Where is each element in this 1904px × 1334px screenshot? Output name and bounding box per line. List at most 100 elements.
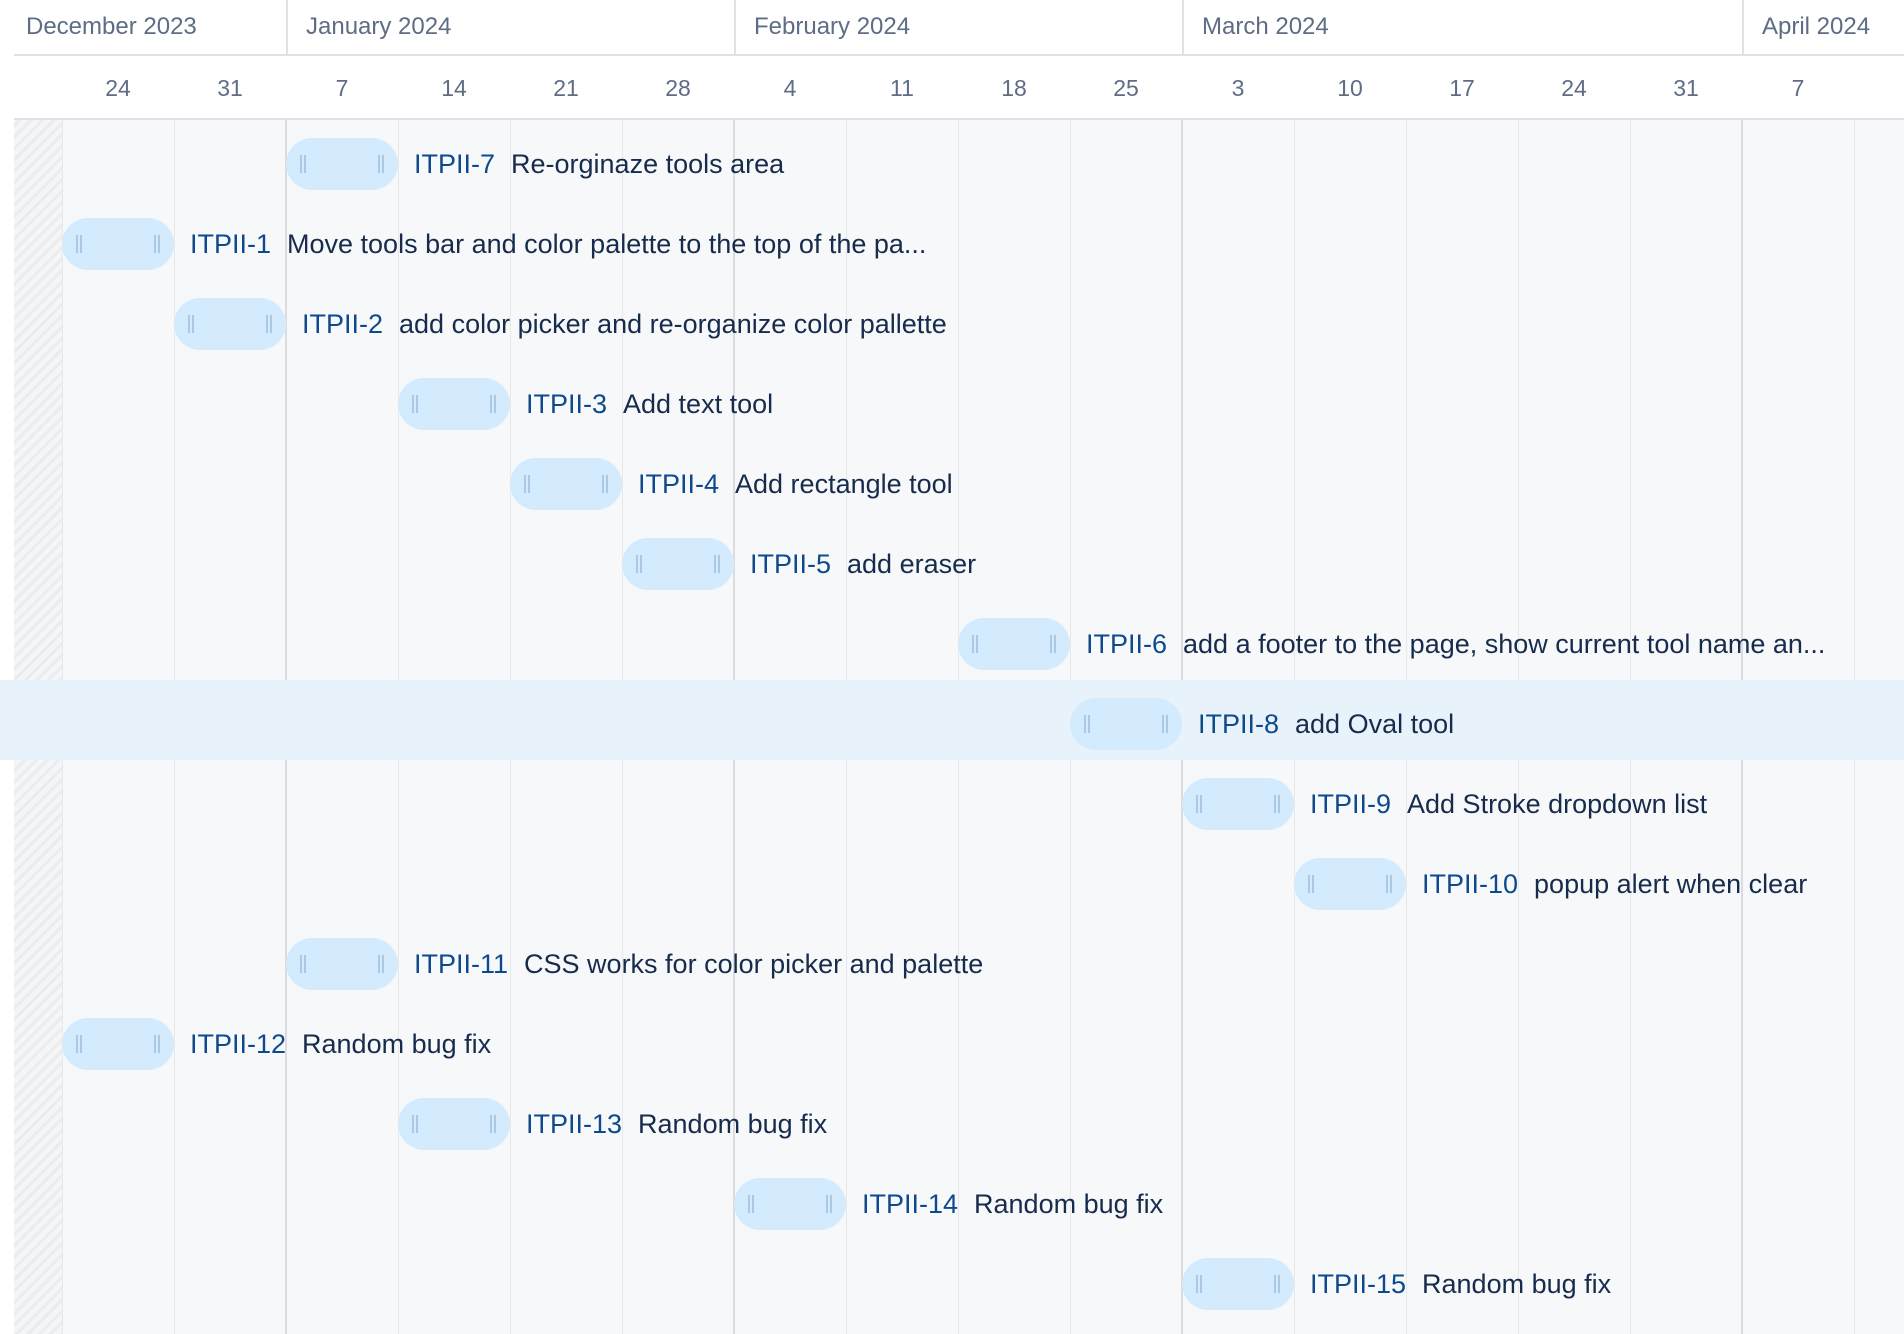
resize-handle-end-icon[interactable] (154, 1035, 160, 1053)
issue-key-link[interactable]: ITPII-7 (414, 149, 495, 179)
issue-bar[interactable] (510, 458, 622, 510)
issue-bar[interactable] (958, 618, 1070, 670)
week-label: 25 (1113, 75, 1139, 101)
month-header-row: December 2023 January 2024 February 2024 Ma… (14, 0, 1904, 56)
issue-bar[interactable] (1294, 858, 1406, 910)
issue-key-link[interactable]: ITPII-1 (190, 229, 271, 259)
issue-bar[interactable] (62, 1018, 174, 1070)
issue-label: ITPII-12 Random bug fix (190, 1018, 491, 1070)
resize-handle-end-icon[interactable] (154, 235, 160, 253)
issue-bar[interactable] (174, 298, 286, 350)
issue-label: ITPII-4 Add rectangle tool (638, 458, 953, 510)
issue-bar[interactable] (1070, 698, 1182, 750)
timeline-header: December 2023 January 2024 February 2024 Ma… (14, 0, 1904, 120)
resize-handle-start-icon[interactable] (300, 155, 306, 173)
resize-handle-start-icon[interactable] (748, 1195, 754, 1213)
resize-handle-end-icon[interactable] (1274, 795, 1280, 813)
issue-key-link[interactable]: ITPII-11 (414, 949, 508, 979)
resize-handle-start-icon[interactable] (636, 555, 642, 573)
issue-summary: add Oval tool (1295, 709, 1455, 739)
week-label: 28 (665, 75, 691, 101)
resize-handle-start-icon[interactable] (412, 1115, 418, 1133)
issue-key-link[interactable]: ITPII-10 (1422, 869, 1518, 899)
timeline-view: December 2023 January 2024 February 2024 Ma… (0, 0, 1904, 1334)
resize-handle-start-icon[interactable] (1308, 875, 1314, 893)
resize-handle-end-icon[interactable] (378, 955, 384, 973)
week-label: 31 (1673, 75, 1699, 101)
resize-handle-end-icon[interactable] (1274, 1275, 1280, 1293)
issue-key-link[interactable]: ITPII-13 (526, 1109, 622, 1139)
issue-summary: Add Stroke dropdown list (1407, 789, 1708, 819)
resize-handle-end-icon[interactable] (1050, 635, 1056, 653)
resize-handle-end-icon[interactable] (378, 155, 384, 173)
week-label: 21 (553, 75, 579, 101)
resize-handle-end-icon[interactable] (714, 555, 720, 573)
issue-key-link[interactable]: ITPII-8 (1198, 709, 1279, 739)
issue-label: ITPII-6 add a footer to the page, show cu… (1086, 618, 1825, 670)
issue-bar[interactable] (286, 938, 398, 990)
resize-handle-start-icon[interactable] (524, 475, 530, 493)
issue-label: ITPII-9 Add Stroke dropdown list (1310, 778, 1707, 830)
resize-handle-end-icon[interactable] (490, 395, 496, 413)
issue-bar[interactable] (398, 378, 510, 430)
issue-bar[interactable] (1182, 1258, 1294, 1310)
resize-handle-start-icon[interactable] (412, 395, 418, 413)
selected-row-highlight (0, 680, 1904, 760)
issue-key-link[interactable]: ITPII-15 (1310, 1269, 1406, 1299)
issue-summary: Random bug fix (974, 1189, 1164, 1219)
resize-handle-start-icon[interactable] (300, 955, 306, 973)
issue-bar[interactable] (1182, 778, 1294, 830)
resize-handle-end-icon[interactable] (602, 475, 608, 493)
week-label: 24 (1561, 75, 1587, 101)
resize-handle-end-icon[interactable] (1162, 715, 1168, 733)
issue-label: ITPII-5 add eraser (750, 538, 976, 590)
resize-handle-start-icon[interactable] (1084, 715, 1090, 733)
week-label: 7 (335, 75, 349, 101)
issue-key-link[interactable]: ITPII-4 (638, 469, 719, 499)
issue-summary: Re-orginaze tools area (511, 149, 785, 179)
issue-summary: add color picker and re-organize color p… (399, 309, 947, 339)
resize-handle-start-icon[interactable] (1196, 795, 1202, 813)
month-label: January 2024 (286, 0, 734, 56)
issue-key-link[interactable]: ITPII-3 (526, 389, 607, 419)
resize-handle-start-icon[interactable] (76, 235, 82, 253)
month-label: February 2024 (734, 0, 1182, 56)
issue-bar[interactable] (286, 138, 398, 190)
month-label: April 2024 (1742, 0, 1904, 56)
issue-label: ITPII-14 Random bug fix (862, 1178, 1163, 1230)
month-label: March 2024 (1182, 0, 1742, 56)
issue-label: ITPII-10 popup alert when clear (1422, 858, 1807, 910)
issue-key-link[interactable]: ITPII-9 (1310, 789, 1391, 819)
resize-handle-end-icon[interactable] (1386, 875, 1392, 893)
issue-label: ITPII-15 Random bug fix (1310, 1258, 1611, 1310)
issue-key-link[interactable]: ITPII-2 (302, 309, 383, 339)
issue-key-link[interactable]: ITPII-14 (862, 1189, 958, 1219)
resize-handle-end-icon[interactable] (266, 315, 272, 333)
week-label: 1 (1854, 56, 1904, 120)
issue-summary: add a footer to the page, show current t… (1183, 629, 1826, 659)
issue-key-link[interactable]: ITPII-6 (1086, 629, 1167, 659)
week-label: 24 (105, 75, 131, 101)
issue-label: ITPII-13 Random bug fix (526, 1098, 827, 1150)
resize-handle-start-icon[interactable] (1196, 1275, 1202, 1293)
issue-key-link[interactable]: ITPII-5 (750, 549, 831, 579)
issue-summary: Add text tool (623, 389, 774, 419)
resize-handle-start-icon[interactable] (972, 635, 978, 653)
issue-summary: Random bug fix (1422, 1269, 1612, 1299)
week-label: 7 (1791, 75, 1805, 101)
resize-handle-start-icon[interactable] (188, 315, 194, 333)
issue-bar[interactable] (62, 218, 174, 270)
resize-handle-end-icon[interactable] (826, 1195, 832, 1213)
issue-bar[interactable] (622, 538, 734, 590)
resize-handle-start-icon[interactable] (76, 1035, 82, 1053)
issue-summary: add eraser (847, 549, 977, 579)
issue-summary: CSS works for color picker and palette (524, 949, 984, 979)
resize-handle-end-icon[interactable] (490, 1115, 496, 1133)
issue-label: ITPII-2 add color picker and re-organize … (302, 298, 947, 350)
issue-bar[interactable] (734, 1178, 846, 1230)
issue-label: ITPII-7 Re-orginaze tools area (414, 138, 784, 190)
issue-bar[interactable] (398, 1098, 510, 1150)
issue-key-link[interactable]: ITPII-12 (190, 1029, 286, 1059)
issue-summary: Move tools bar and color palette to the … (287, 229, 927, 259)
week-label: 4 (783, 75, 797, 101)
